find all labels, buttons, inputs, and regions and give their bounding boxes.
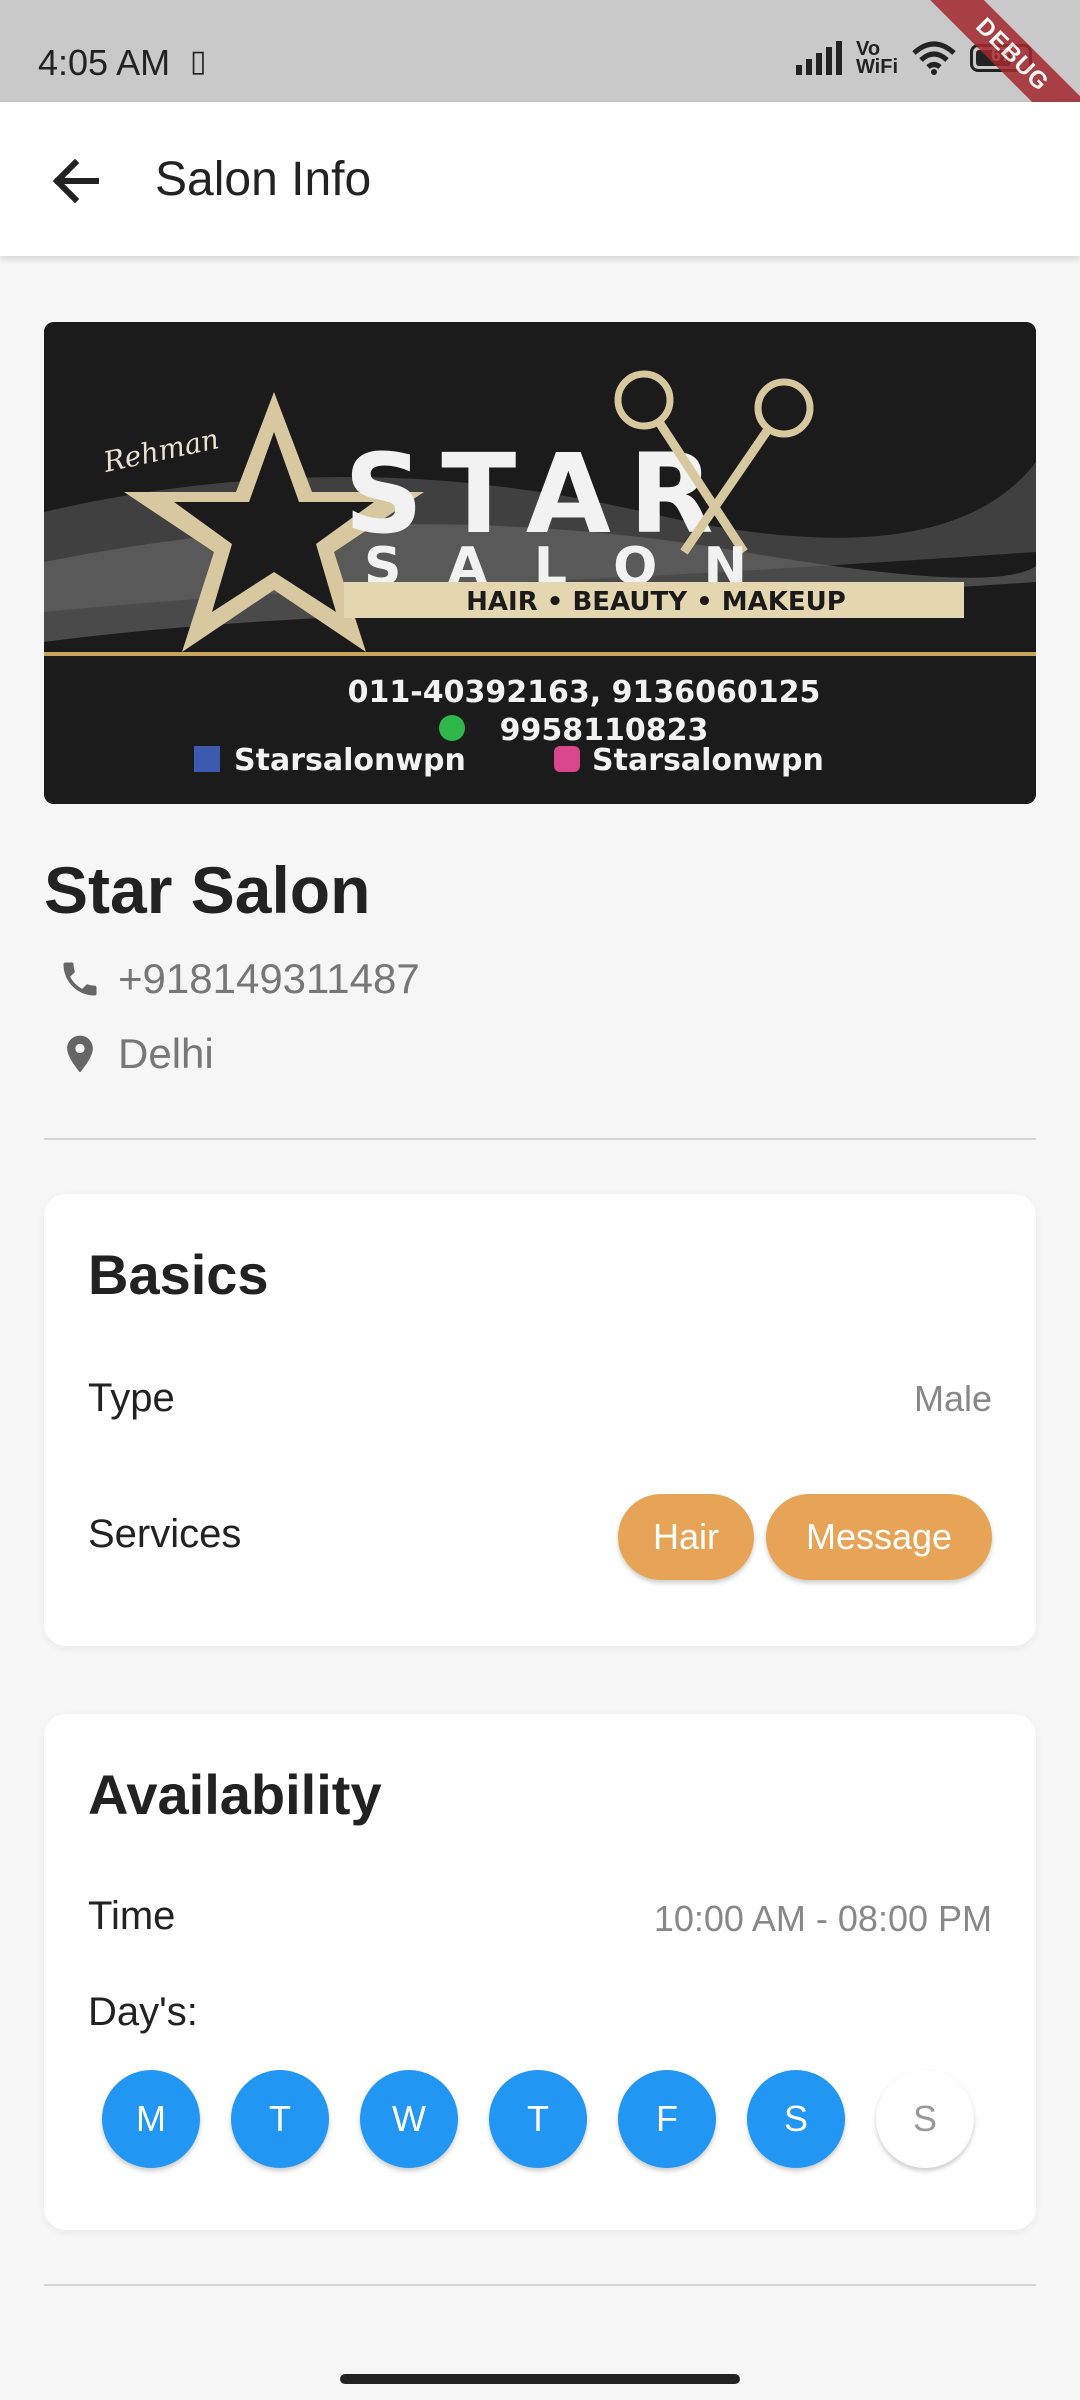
salon-banner-graphic: Rehman STAR S A L O N HAIR • BEAUTY • MA… — [44, 322, 1036, 804]
sim-icon: ▯ — [190, 45, 207, 78]
salon-phone-row[interactable]: +918149311487 — [58, 955, 420, 1003]
status-bar: 4:05 AM ▯ Vo WiFi 67 DEBUG — [0, 0, 1080, 161]
time-label: Time — [88, 1894, 176, 1938]
day-thursday[interactable]: T — [489, 2070, 587, 2168]
app-bar: Salon Info — [0, 102, 1080, 256]
page-title: Salon Info — [155, 153, 372, 206]
type-label: Type — [88, 1376, 175, 1420]
salon-name: Star Salon — [44, 853, 371, 927]
wifi-icon — [912, 41, 956, 75]
day-saturday[interactable]: S — [747, 2070, 845, 2168]
day-tuesday[interactable]: T — [231, 2070, 329, 2168]
location-pin-icon — [67, 1035, 93, 1073]
arrow-back-icon — [52, 158, 99, 204]
day-friday[interactable]: F — [618, 2070, 716, 2168]
basics-card: Basics Type Male Services Hair Message — [44, 1194, 1036, 1646]
type-value: Male — [913, 1378, 992, 1419]
salon-location-row: Delhi — [58, 1030, 214, 1078]
availability-card: Availability Time 10:00 AM - 08:00 PM Da… — [44, 1714, 1036, 2230]
day-monday[interactable]: M — [102, 2070, 200, 2168]
services-label: Services — [88, 1512, 242, 1556]
day-wednesday[interactable]: W — [360, 2070, 458, 2168]
signal-icon — [795, 41, 842, 75]
salon-phone: +918149311487 — [118, 955, 420, 1002]
salon-location: Delhi — [118, 1030, 214, 1077]
phone-icon — [63, 962, 97, 996]
home-indicator[interactable] — [340, 2374, 740, 2384]
basics-title: Basics — [88, 1243, 269, 1306]
vowifi-bottom-text: WiFi — [855, 56, 898, 78]
availability-title: Availability — [88, 1763, 382, 1826]
vowifi-icon: Vo WiFi — [855, 39, 898, 78]
back-button[interactable] — [42, 146, 112, 216]
time-value: 10:00 AM - 08:00 PM — [653, 1898, 992, 1939]
banner-instagram: Starsalonwpn — [592, 743, 824, 778]
service-chip-hair[interactable]: Hair — [618, 1494, 754, 1580]
salon-banner-image: Rehman STAR S A L O N HAIR • BEAUTY • MA… — [44, 322, 1036, 804]
banner-facebook: Starsalonwpn — [234, 743, 466, 778]
status-time: 4:05 AM — [38, 42, 171, 83]
divider — [44, 2284, 1036, 2286]
day-sunday[interactable]: S — [876, 2070, 974, 2168]
service-chip-message[interactable]: Message — [766, 1494, 992, 1580]
banner-tagline: HAIR • BEAUTY • MAKEUP — [466, 587, 846, 617]
banner-phones: 011-40392163, 9136060125 — [348, 675, 821, 710]
divider — [44, 1138, 1036, 1140]
days-label: Day's: — [88, 1990, 198, 2034]
